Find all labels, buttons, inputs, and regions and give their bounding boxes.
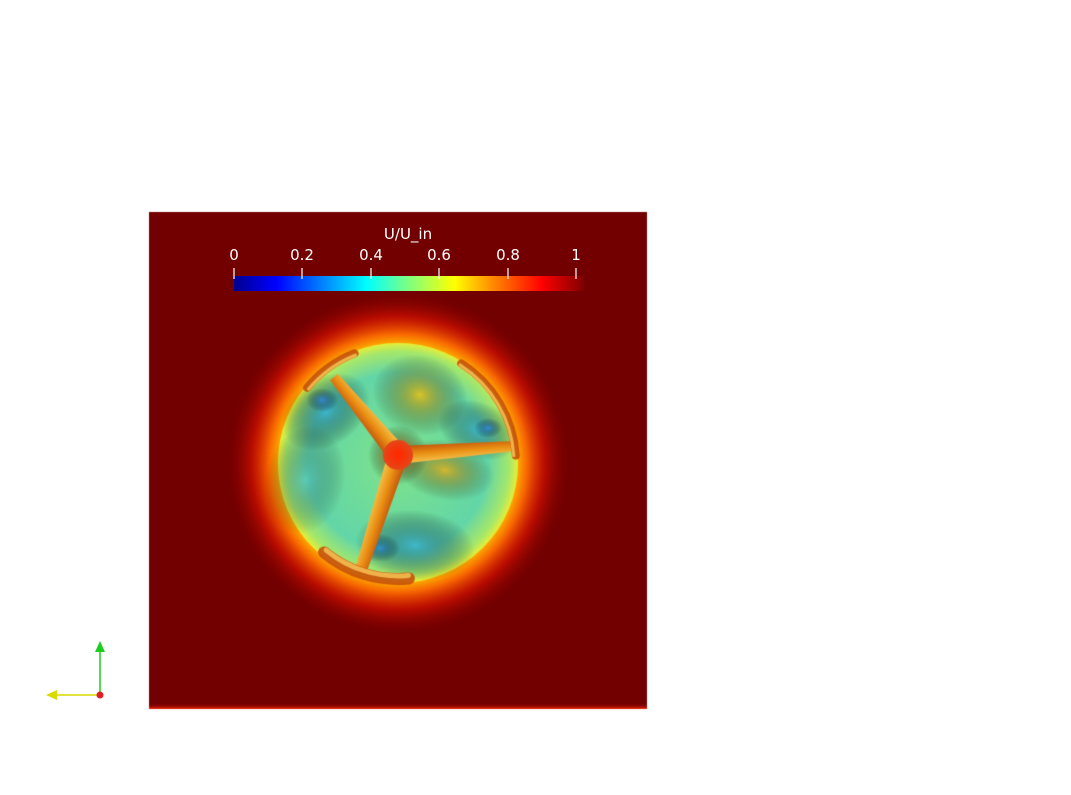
scalar-bar <box>234 276 584 291</box>
render-viewport[interactable]: U/U_in 0 0.2 0.4 0.6 0.8 1 <box>0 0 1071 795</box>
y-axis-arrow-icon <box>95 641 105 652</box>
orientation-axes-widget <box>46 641 105 700</box>
z-axis-arrow-icon <box>96 691 104 699</box>
x-axis-arrow-icon <box>46 690 57 700</box>
scalar-bar-svg <box>46 268 584 700</box>
